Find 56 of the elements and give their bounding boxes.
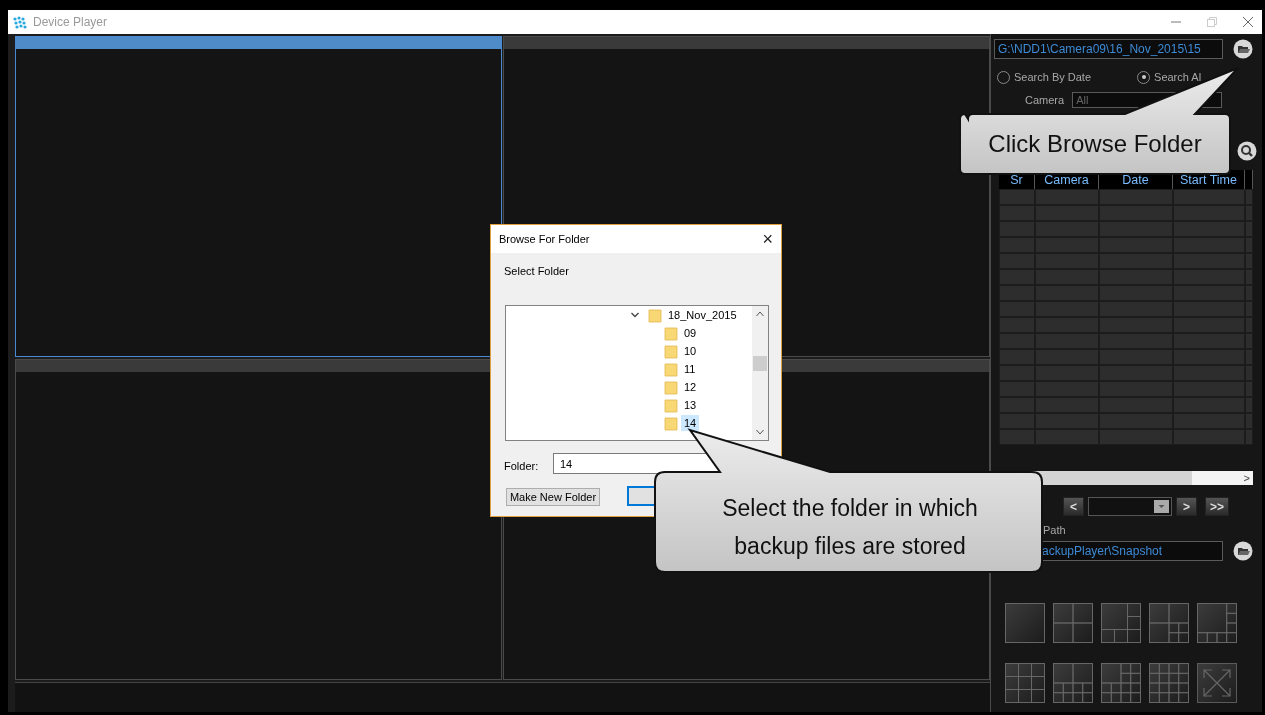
folder-icon[interactable] [1233,541,1253,561]
layout-button[interactable] [1053,603,1093,643]
close-button[interactable]: × [762,230,773,248]
tree-item[interactable]: 18_Nov_2015 [665,307,740,323]
layout-button[interactable] [1101,603,1141,643]
previous-button[interactable]: < [1063,497,1084,516]
tree-item[interactable]: 13 [681,397,700,413]
folder-icon [664,361,678,377]
tooltip-text: Select the folder in which backup files are stored [721,494,979,561]
close-icon[interactable] [1242,16,1254,28]
camera-label: Camera [1025,92,1065,108]
layout-button[interactable] [1149,663,1189,703]
last-button[interactable]: >> [1205,497,1229,516]
radio-label: Search Al [1154,69,1202,85]
vertical-scrollbar[interactable] [752,306,768,440]
folder-icon[interactable] [1233,39,1253,59]
layout-button[interactable] [1101,663,1141,703]
layout-button[interactable] [1149,603,1189,643]
next-button[interactable]: > [1176,497,1197,516]
folder-icon [664,325,678,341]
layout-button[interactable] [1005,603,1045,643]
layout-button[interactable] [1053,663,1093,703]
search-icon[interactable] [1237,141,1257,161]
path-field[interactable]: G:\NDD1\Camera09\16_Nov_2015\15 [994,39,1223,59]
path-label: Path [1043,523,1066,537]
caret-icon[interactable] [1154,500,1169,513]
page-dropdown[interactable] [1088,497,1172,516]
folder-icon [664,343,678,359]
tree-item[interactable]: 12 [681,379,700,395]
tooltip-text: Click Browse Folder [987,129,1203,159]
app-logo-icon [13,15,27,29]
tree-item[interactable]: 11 [681,361,699,377]
dialog-title: Browse For Folder [499,231,590,247]
scroll-arrow[interactable]: > [1243,469,1253,487]
layout-button[interactable] [1005,663,1045,703]
dialog-prompt: Select Folder [504,264,569,279]
folder-icon [648,307,662,323]
folder-tree[interactable]: 18_Nov_2015 09 10 11 12 13 14 [505,305,769,441]
table-cell [999,189,1035,205]
folder-icon [664,397,678,413]
column-header[interactable] [1245,170,1253,189]
fullscreen-button[interactable] [1197,663,1237,703]
table-cell [1035,189,1099,205]
table-cell [1173,189,1245,205]
radio-label: Search By Date [1014,69,1092,85]
layout-button[interactable] [1197,603,1237,643]
tree-item[interactable]: 09 [681,325,700,341]
folder-label: Folder: [504,459,539,474]
tree-item[interactable]: 10 [681,343,700,359]
restore-icon[interactable] [1206,16,1218,28]
folder-icon [664,415,678,431]
window-title: Device Player [33,14,108,31]
chevron-icon[interactable] [630,310,640,320]
tree-item[interactable]: 14 [681,415,700,431]
folder-icon [664,379,678,395]
make-new-folder-button[interactable]: Make New Folder [506,488,600,506]
